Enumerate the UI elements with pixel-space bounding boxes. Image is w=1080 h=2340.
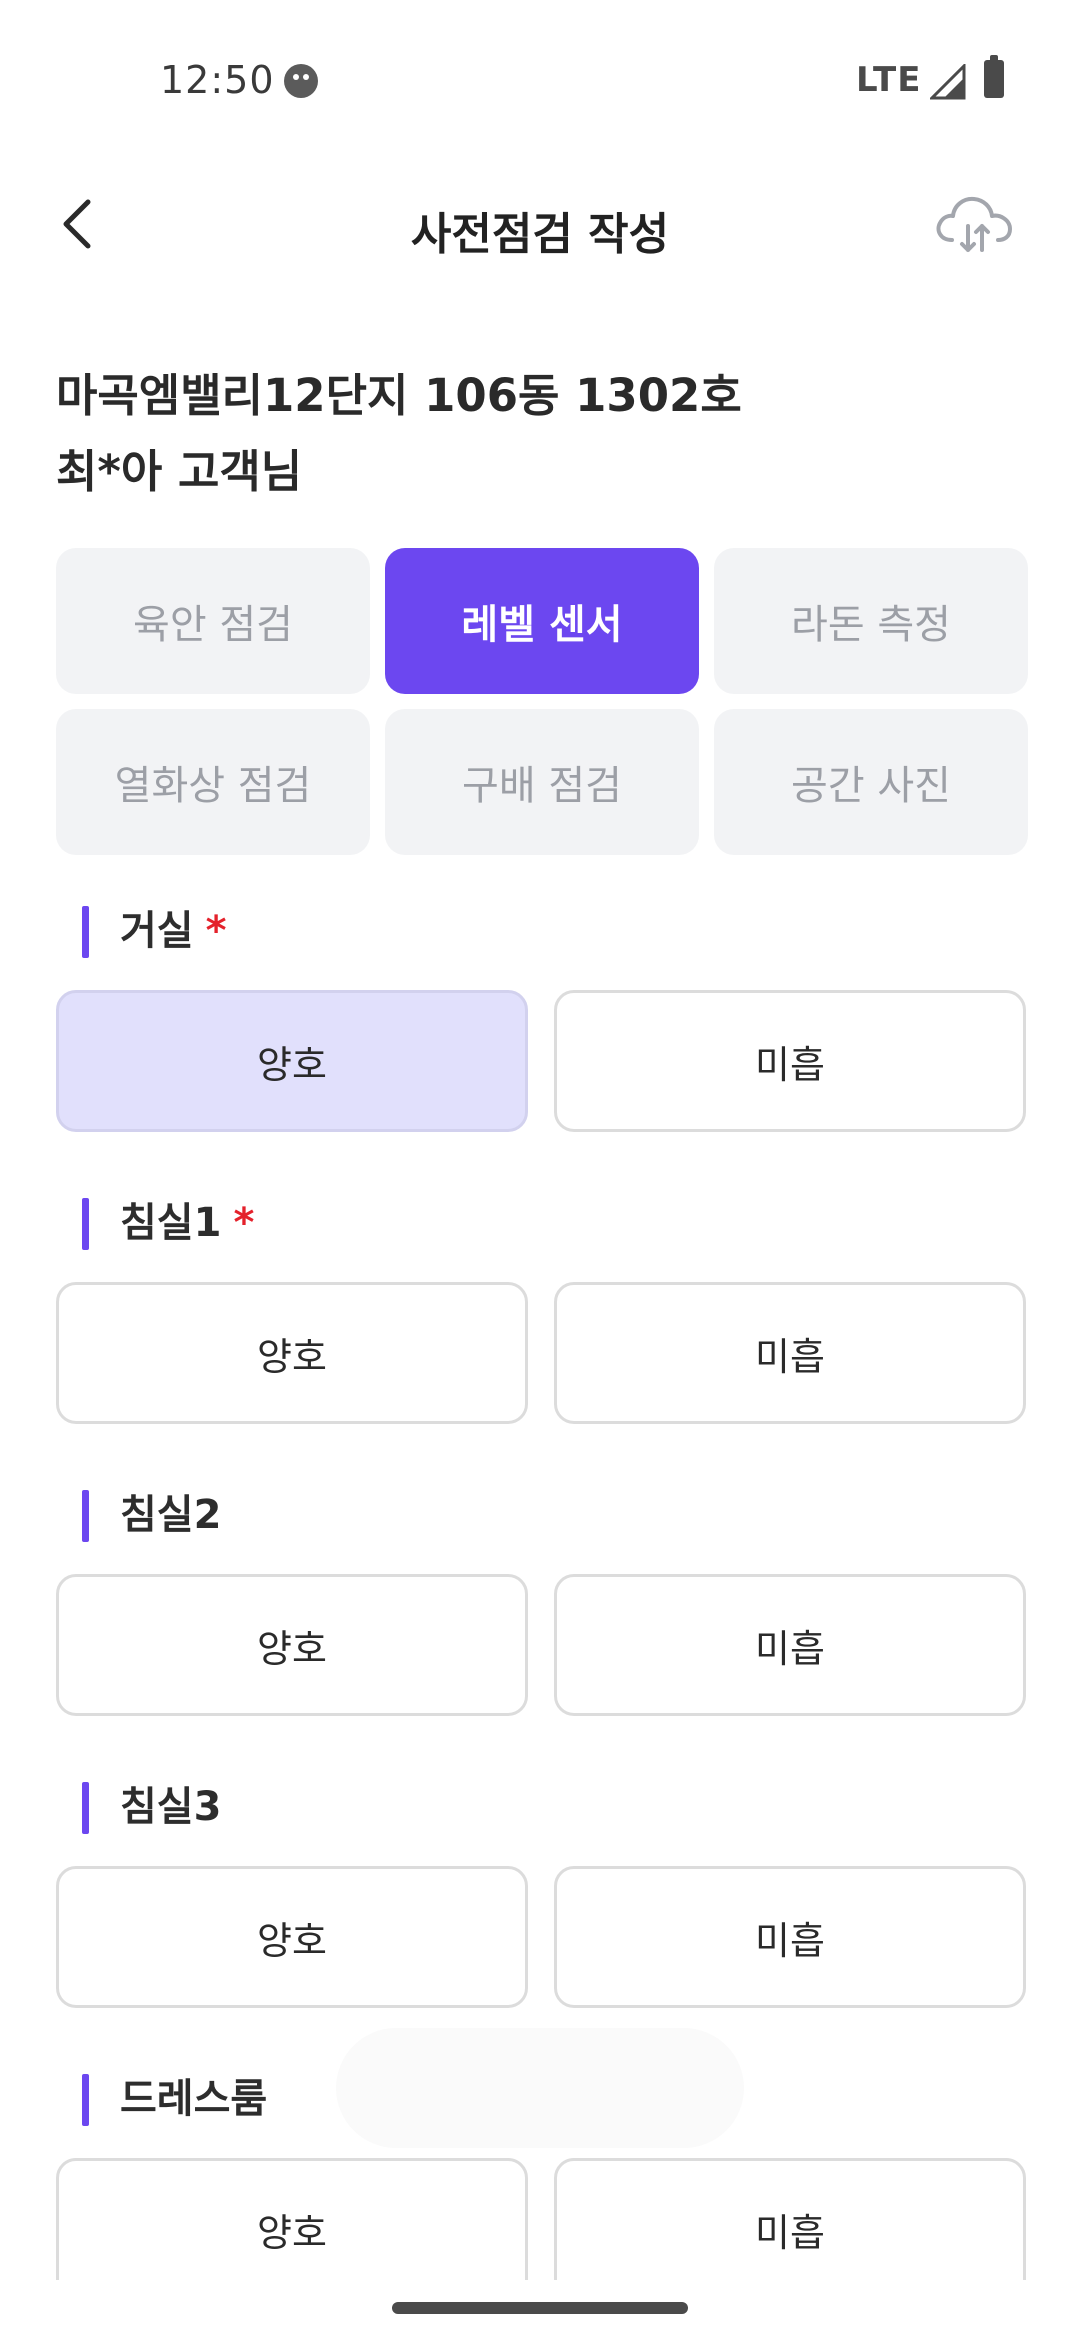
option-poor-button[interactable]: 미흡	[554, 1866, 1026, 2008]
home-indicator[interactable]	[392, 2302, 688, 2314]
status-bar: 12:50 LTE	[0, 0, 1080, 170]
section-marker	[82, 2074, 89, 2126]
tab-space-photos[interactable]: 공간 사진	[714, 709, 1028, 855]
section-marker	[82, 906, 89, 958]
option-good-button[interactable]: 양호	[56, 990, 528, 1132]
section-title: 드레스룸	[120, 2076, 268, 2122]
cloud-sync-icon[interactable]	[932, 192, 1016, 256]
option-good-button[interactable]: 양호	[56, 1282, 528, 1424]
option-poor-button[interactable]: 미흡	[554, 1282, 1026, 1424]
section-marker	[82, 1490, 89, 1542]
section-title: 침실2	[120, 1492, 222, 1538]
tab-radon-measurement[interactable]: 라돈 측정	[714, 548, 1028, 694]
customer-name: 최*아 고객님	[56, 445, 303, 498]
option-good-button[interactable]: 양호	[56, 1574, 528, 1716]
status-time: 12:50	[160, 58, 275, 102]
address-line: 마곡엠밸리12단지 106동 1302호	[56, 369, 742, 422]
tab-visual-inspection[interactable]: 육안 점검	[56, 548, 370, 694]
section-title: 침실3	[120, 1784, 222, 1830]
header: 사전점검 작성	[0, 170, 1080, 280]
section-title: 거실 *	[120, 904, 227, 958]
option-good-button[interactable]: 양호	[56, 1866, 528, 2008]
tab-slope-inspection[interactable]: 구배 점검	[385, 709, 699, 855]
screen: 12:50 LTE 사전점검 작성 마곡엠밸리12단지 106동 1302호 최…	[0, 0, 1080, 2340]
option-poor-button[interactable]: 미흡	[554, 990, 1026, 1132]
page-title: 사전점검 작성	[410, 209, 670, 260]
required-mark: *	[233, 1200, 255, 1246]
tab-level-sensor[interactable]: 레벨 센서	[385, 548, 699, 694]
option-good-button[interactable]: 양호	[56, 2158, 528, 2300]
signal-icon	[930, 64, 966, 100]
battery-icon	[984, 55, 1004, 98]
section-title-text: 거실	[120, 908, 194, 954]
face-notification-icon	[284, 64, 318, 98]
tab-thermal-inspection[interactable]: 열화상 점검	[56, 709, 370, 855]
option-poor-button[interactable]: 미흡	[554, 1574, 1026, 1716]
network-type: LTE	[856, 60, 922, 100]
floating-overlay	[336, 2028, 744, 2148]
section-marker	[82, 1782, 89, 1834]
section-title-text: 침실1	[120, 1200, 222, 1246]
option-poor-button[interactable]: 미흡	[554, 2158, 1026, 2300]
section-marker	[82, 1198, 89, 1250]
address-block: 마곡엠밸리12단지 106동 1302호 최*아 고객님	[56, 358, 742, 510]
section-title: 침실1 *	[120, 1196, 254, 1250]
required-mark: *	[205, 908, 227, 954]
